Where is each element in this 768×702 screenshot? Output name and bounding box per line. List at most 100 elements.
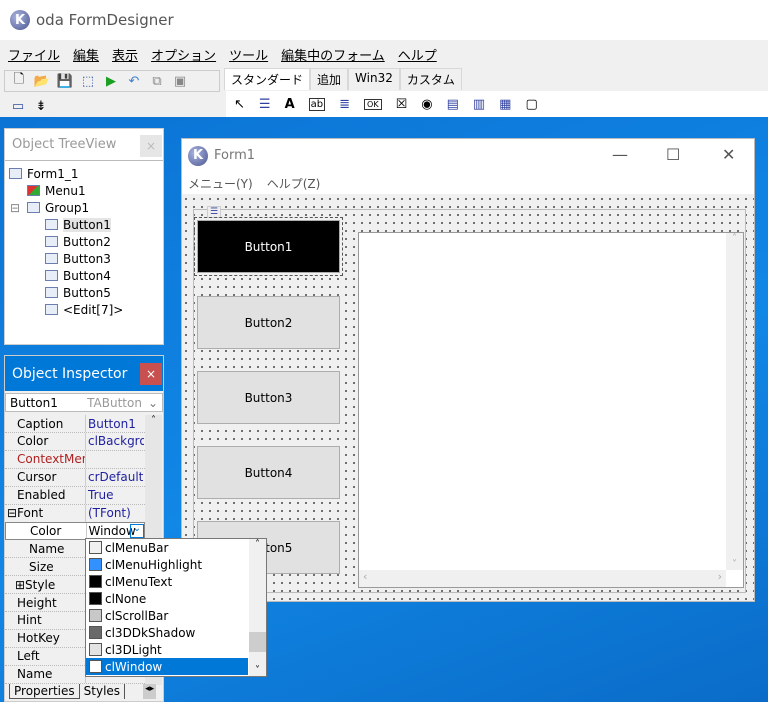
color-option[interactable]: cl3DLight xyxy=(86,641,248,658)
menu-tools[interactable]: ツール xyxy=(229,45,268,64)
collapse-icon[interactable]: ⊟ xyxy=(10,201,20,215)
chevron-down-icon[interactable]: ⌄ xyxy=(130,524,144,539)
property-row[interactable]: Color clBackgro xyxy=(5,432,145,451)
groupbox-icon[interactable]: ▢ xyxy=(525,97,537,112)
window-icon[interactable]: ▭ xyxy=(10,98,26,114)
color-option[interactable]: clMenuText xyxy=(86,573,248,590)
menu-component-icon[interactable]: ☰ xyxy=(207,206,222,218)
tree-node[interactable]: Button5 xyxy=(45,284,111,301)
color-option[interactable]: clMenuHighlight xyxy=(86,556,248,573)
property-value[interactable]: clBackgro xyxy=(86,434,144,448)
new-icon[interactable]: 🗋 xyxy=(11,72,27,89)
chevron-down-icon: ⌄ xyxy=(147,395,158,410)
menu-icon[interactable]: ☰ xyxy=(259,97,271,112)
tab-properties[interactable]: Properties xyxy=(9,684,79,699)
color-swatch xyxy=(89,541,102,554)
property-row[interactable]: Cursor crDefault xyxy=(5,468,145,487)
form-design-surface[interactable]: ☰ Button1 Button2 Button3 Button4 Button5 ˄ ˅… xyxy=(182,195,754,601)
menu-edit[interactable]: 編集 xyxy=(73,45,99,64)
radiobutton-icon[interactable]: ◉ xyxy=(421,97,432,112)
button-icon[interactable]: OK xyxy=(364,98,382,110)
memo-vertical-scrollbar[interactable]: ˄ ˅ xyxy=(726,233,743,570)
color-option[interactable]: clMenuBar xyxy=(86,539,248,556)
tree-node[interactable]: Button4 xyxy=(45,267,111,284)
tab-custom[interactable]: カスタム xyxy=(399,68,462,90)
property-row[interactable]: ⊟Font (TFont) xyxy=(5,504,145,523)
object-selector[interactable]: Button1 TAButton ⌄ xyxy=(5,393,163,412)
tree-node[interactable]: Form1_1 xyxy=(9,165,79,182)
close-icon[interactable]: ✕ xyxy=(722,145,735,164)
color-dropdown-list: clMenuBar clMenuHighlight clMenuText clNone… xyxy=(85,538,267,677)
checkbox-icon[interactable]: ☒ xyxy=(396,97,408,112)
property-row[interactable]: ContextMen xyxy=(5,450,145,469)
app-title: oda FormDesigner xyxy=(36,11,174,29)
tree-node[interactable]: Button3 xyxy=(45,250,111,267)
tab-win32[interactable]: Win32 xyxy=(348,68,400,90)
property-name: Enabled xyxy=(5,486,86,504)
scroll-down-icon[interactable]: ˅ xyxy=(249,665,266,676)
dropdown-scroll-thumb[interactable] xyxy=(249,632,266,652)
tab-additional[interactable]: 追加 xyxy=(310,68,349,90)
menu-editing-form[interactable]: 編集中のフォーム xyxy=(281,45,385,64)
form-menu-menu[interactable]: メニュー(Y) xyxy=(188,175,253,192)
select-form-icon[interactable]: ⬚ xyxy=(80,73,96,89)
property-name: Caption xyxy=(5,415,86,432)
inspector-close-button[interactable]: × xyxy=(140,363,162,385)
color-option[interactable]: clWindow xyxy=(86,658,248,675)
listbox-icon[interactable]: ▤ xyxy=(447,97,459,112)
tree-node[interactable]: ⊟ Group1 xyxy=(10,199,89,216)
memo-horizontal-scrollbar[interactable]: ‹ › xyxy=(359,570,726,587)
color-option-label: clMenuHighlight xyxy=(105,557,203,572)
group1-box[interactable]: ☰ Button1 Button2 Button3 Button4 Button5 ˄ ˅… xyxy=(193,206,746,593)
menu-help[interactable]: ヘルプ xyxy=(398,45,437,64)
tree-node[interactable]: Button1 xyxy=(45,216,111,233)
paste-icon[interactable]: ▣ xyxy=(172,73,188,89)
edit-icon[interactable]: ab xyxy=(308,97,326,111)
property-row[interactable]: Enabled True xyxy=(5,486,145,505)
tab-order-icon[interactable]: ⇟ xyxy=(33,98,49,114)
form-button-4[interactable]: Button4 xyxy=(197,446,340,499)
menu-file[interactable]: ファイル xyxy=(8,45,60,64)
scrollbar-icon[interactable]: ▦ xyxy=(499,97,511,112)
form-button-3[interactable]: Button3 xyxy=(197,371,340,424)
maximize-icon[interactable]: ☐ xyxy=(666,145,680,164)
menu-options[interactable]: オプション xyxy=(151,45,216,64)
form-menu-help[interactable]: ヘルプ(Z) xyxy=(267,175,321,192)
tree-node[interactable]: Button2 xyxy=(45,233,111,250)
property-value[interactable]: crDefault xyxy=(86,470,144,484)
form-button-2[interactable]: Button2 xyxy=(197,296,340,349)
tab-scroll-arrows-icon[interactable]: ◂▸ xyxy=(143,684,157,699)
tree-node[interactable]: Menu1 xyxy=(27,182,86,199)
color-option[interactable]: clNone xyxy=(86,590,248,607)
tab-standard[interactable]: スタンダード xyxy=(224,68,311,90)
pointer-icon[interactable]: ↖ xyxy=(234,97,245,112)
menu-view[interactable]: 表示 xyxy=(112,45,138,64)
scroll-up-icon[interactable]: ˄ xyxy=(145,415,162,426)
property-value[interactable]: (TFont) xyxy=(86,506,144,520)
copy-icon[interactable]: ⧉ xyxy=(149,73,165,89)
color-option[interactable]: cl3DDkShadow xyxy=(86,624,248,641)
property-value[interactable]: True xyxy=(86,488,144,502)
color-swatch xyxy=(89,660,102,673)
color-swatch xyxy=(89,626,102,639)
inspector-title: Object Inspector × xyxy=(5,356,163,391)
tab-styles[interactable]: Styles xyxy=(78,684,126,699)
edit7-memo[interactable]: ˄ ˅ ‹ › xyxy=(358,232,744,588)
memo-icon[interactable]: ≣ xyxy=(339,97,350,112)
open-icon[interactable]: 📂 xyxy=(34,73,50,89)
save-icon[interactable]: 💾 xyxy=(57,73,73,89)
form-button-1[interactable]: Button1 xyxy=(194,217,343,276)
treeview-close-button[interactable]: × xyxy=(140,135,162,157)
label-icon[interactable]: A xyxy=(285,97,295,112)
undo-icon[interactable]: ↶ xyxy=(126,73,142,89)
scroll-up-icon[interactable]: ˄ xyxy=(249,539,266,550)
color-option[interactable]: clScrollBar xyxy=(86,607,248,624)
combobox-icon[interactable]: ▥ xyxy=(473,97,485,112)
property-value[interactable]: Button1 xyxy=(86,417,144,431)
dropdown-scrollbar[interactable]: ˄ ˅ xyxy=(249,539,266,676)
minimize-icon[interactable]: — xyxy=(612,145,628,164)
object-treeview-panel: Object TreeView × Form1_1 Menu1 ⊟ Group1 But… xyxy=(4,128,164,345)
run-icon[interactable]: ▶ xyxy=(103,73,119,89)
tree-node[interactable]: <Edit[7]> xyxy=(45,301,123,318)
property-row[interactable]: Caption Button1 xyxy=(5,415,145,433)
